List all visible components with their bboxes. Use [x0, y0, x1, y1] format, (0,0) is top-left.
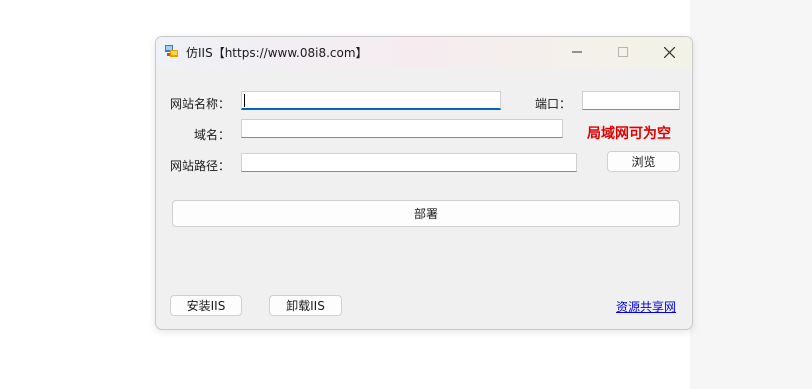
- site-name-label: 网站名称：: [170, 97, 231, 111]
- uninstall-iis-button[interactable]: 卸载IIS: [269, 295, 342, 316]
- port-input[interactable]: [582, 91, 680, 110]
- maximize-button[interactable]: [600, 37, 646, 67]
- resource-share-link[interactable]: 资源共享网: [616, 298, 676, 315]
- domain-input[interactable]: [241, 119, 563, 138]
- site-name-input[interactable]: [241, 91, 501, 110]
- path-label: 网站路径：: [170, 159, 231, 173]
- minimize-button[interactable]: [554, 37, 600, 67]
- title-bar[interactable]: 仿IIS【https://www.08i8.com】: [156, 37, 692, 67]
- minimize-icon: [572, 51, 582, 53]
- browse-button[interactable]: 浏览: [607, 151, 680, 172]
- domain-label: 域名：: [194, 128, 231, 142]
- close-icon: [663, 46, 675, 58]
- path-input[interactable]: [241, 153, 577, 172]
- background-panel: [690, 0, 812, 389]
- lan-note: 局域网可为空: [587, 126, 671, 142]
- window-title: 仿IIS【https://www.08i8.com】: [186, 46, 368, 60]
- deploy-button[interactable]: 部署: [172, 200, 680, 227]
- text-caret: [244, 94, 245, 107]
- close-button[interactable]: [646, 37, 692, 67]
- app-window: 仿IIS【https://www.08i8.com】 网站名称： 端口： 域名：: [155, 36, 693, 330]
- port-label: 端口：: [535, 97, 572, 111]
- install-iis-button[interactable]: 安装IIS: [170, 295, 242, 316]
- app-icon: [165, 45, 178, 57]
- maximize-icon: [618, 47, 628, 57]
